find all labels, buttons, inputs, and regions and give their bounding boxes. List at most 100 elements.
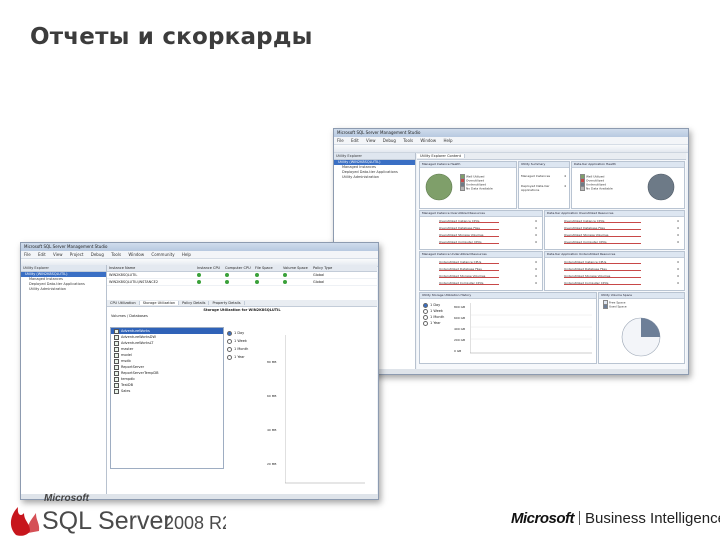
panel-heading: Utility Volume Space	[599, 293, 684, 299]
menu-edit[interactable]: Edit	[351, 138, 359, 143]
summary-value-dac: 4	[564, 184, 566, 188]
resource-value: 0	[677, 274, 679, 278]
interval-label: 1 Day	[234, 331, 245, 335]
resource-value: 0	[677, 233, 679, 237]
col-computer-cpu[interactable]: Computer CPU	[223, 265, 253, 271]
y-tick: 60 MB	[267, 394, 277, 398]
col-instance-cpu[interactable]: Instance CPU	[195, 265, 223, 271]
panel-heading: Data-tier Application Overutilized Resou…	[545, 211, 684, 217]
menu-bar: File Edit View Project Debug Tools Windo…	[21, 251, 378, 259]
tab-utility-content[interactable]: Utility Explorer Content	[417, 154, 466, 158]
status-bar	[334, 369, 688, 374]
instance-underutilized-panel: Managed Instance Underutilized Resources…	[419, 251, 543, 291]
tab-storage-utilization[interactable]: Storage Utilization	[139, 301, 180, 305]
red-rule	[564, 277, 641, 278]
panel-heading: Utility Summary	[519, 162, 569, 168]
menu-file[interactable]: File	[337, 138, 344, 143]
resource-label: Overutilized Database Files	[439, 226, 480, 230]
dac-legend-nodata: No Data Available	[586, 186, 613, 191]
resource-label: Overutilized Computer CPUs	[439, 240, 482, 244]
utility-dashboard: Utility Explorer Content Managed Instanc…	[417, 153, 686, 369]
interval-1week-radio[interactable]	[227, 338, 232, 344]
volume-space-panel: Utility Volume Space Free Space Used Spa…	[598, 292, 685, 364]
menu-community[interactable]: Community	[151, 252, 174, 257]
y-tick: 80 MB	[267, 360, 277, 364]
microsoft-wordmark: Microsoft	[511, 510, 575, 527]
red-rule	[439, 236, 499, 237]
dashboard-window: Microsoft SQL Server Management Studio F…	[333, 128, 689, 375]
resource-value: 0	[535, 260, 537, 264]
window-title: Microsoft SQL Server Management Studio	[21, 243, 378, 251]
tab-policy-details[interactable]: Policy Details	[179, 301, 210, 305]
menu-window[interactable]: Window	[128, 252, 144, 257]
y-tick: 40 MB	[267, 428, 277, 432]
resource-value: 0	[677, 260, 679, 264]
cell-instance-name: WIN2K8SQLUTIL	[109, 273, 138, 277]
menu-tools[interactable]: Tools	[111, 252, 121, 257]
menu-project[interactable]: Project	[70, 252, 84, 257]
interval-1day-radio[interactable]	[227, 330, 232, 336]
interval-1week-radio[interactable]	[423, 308, 428, 314]
red-rule	[439, 284, 499, 285]
resource-label: Underutilized Computer CPUs	[564, 281, 609, 285]
interval-label: 1 Year	[430, 321, 441, 325]
red-rule	[439, 229, 499, 230]
resource-value: 0	[677, 240, 679, 244]
red-rule	[439, 263, 499, 264]
status-ok-icon	[197, 280, 201, 284]
menu-help[interactable]: Help	[182, 252, 191, 257]
instance-overutilized-panel: Managed Instance Overutilized Resources …	[419, 210, 543, 250]
summary-label-dac: Deployed Data-tier Applications	[521, 184, 550, 192]
table-row[interactable]: WIN2K8SQLUTIL Global	[107, 272, 377, 279]
tab-cpu-utilization[interactable]: CPU Utilization	[107, 301, 140, 305]
menu-view[interactable]: View	[53, 252, 63, 257]
resource-value: 0	[677, 226, 679, 230]
resource-value: 0	[535, 219, 537, 223]
status-ok-icon	[283, 280, 287, 284]
status-ok-icon	[283, 273, 287, 277]
menu-view[interactable]: View	[366, 138, 376, 143]
col-policy-type[interactable]: Policy Type	[311, 265, 343, 271]
y-tick: 400 GB	[454, 327, 466, 331]
detail-tabs: CPU Utilization Storage Utilization Policy…	[107, 300, 377, 307]
menu-edit[interactable]: Edit	[38, 252, 46, 257]
menu-help[interactable]: Help	[443, 138, 452, 143]
status-ok-icon	[255, 280, 259, 284]
list-item[interactable]: Sales	[111, 388, 223, 394]
y-tick: 20 MB	[267, 462, 277, 466]
resource-value: 0	[677, 281, 679, 285]
status-ok-icon	[225, 273, 229, 277]
panel-heading: Managed Instance Overutilized Resources	[420, 211, 542, 217]
tree-item-administration[interactable]: Utility Administration	[334, 175, 415, 180]
menu-file[interactable]: File	[24, 252, 31, 257]
tree-item-administration[interactable]: Utility Administration	[21, 287, 106, 292]
resource-value: 0	[677, 267, 679, 271]
menu-debug[interactable]: Debug	[91, 252, 104, 257]
cell-policy: Global	[313, 280, 325, 284]
interval-1year-radio[interactable]	[227, 354, 232, 360]
resource-value: 0	[535, 226, 537, 230]
col-file-space[interactable]: File Space	[253, 265, 281, 271]
interval-label: 1 Week	[234, 339, 247, 343]
menu-debug[interactable]: Debug	[383, 138, 396, 143]
interval-1day-radio[interactable]	[423, 302, 428, 308]
y-tick: 0 GB	[454, 349, 462, 353]
dac-health-panel: Data-tier Application Health Well Utiliz…	[571, 161, 685, 209]
resource-value: 0	[535, 233, 537, 237]
resource-label: Underutilized Instance CPUs	[564, 260, 607, 264]
resource-label: Overutilized Storage Volumes	[564, 233, 609, 237]
col-volume-space[interactable]: Volume Space	[281, 265, 311, 271]
tab-property-details[interactable]: Property Details	[209, 301, 245, 305]
utility-summary-panel: Utility Summary Managed Instances 4 Depl…	[518, 161, 570, 209]
col-instance-name[interactable]: Instance Name	[107, 265, 195, 271]
menu-window[interactable]: Window	[420, 138, 436, 143]
table-row[interactable]: WIN2K8SQLUTIL\INSTANCE2 Global	[107, 279, 377, 286]
interval-1month-radio[interactable]	[423, 314, 428, 320]
y-tick: 200 GB	[454, 338, 466, 342]
red-rule	[564, 263, 641, 264]
interval-label: 1 Day	[430, 303, 441, 307]
interval-1month-radio[interactable]	[227, 346, 232, 352]
red-rule	[439, 243, 499, 244]
interval-1year-radio[interactable]	[423, 320, 428, 326]
menu-tools[interactable]: Tools	[403, 138, 413, 143]
